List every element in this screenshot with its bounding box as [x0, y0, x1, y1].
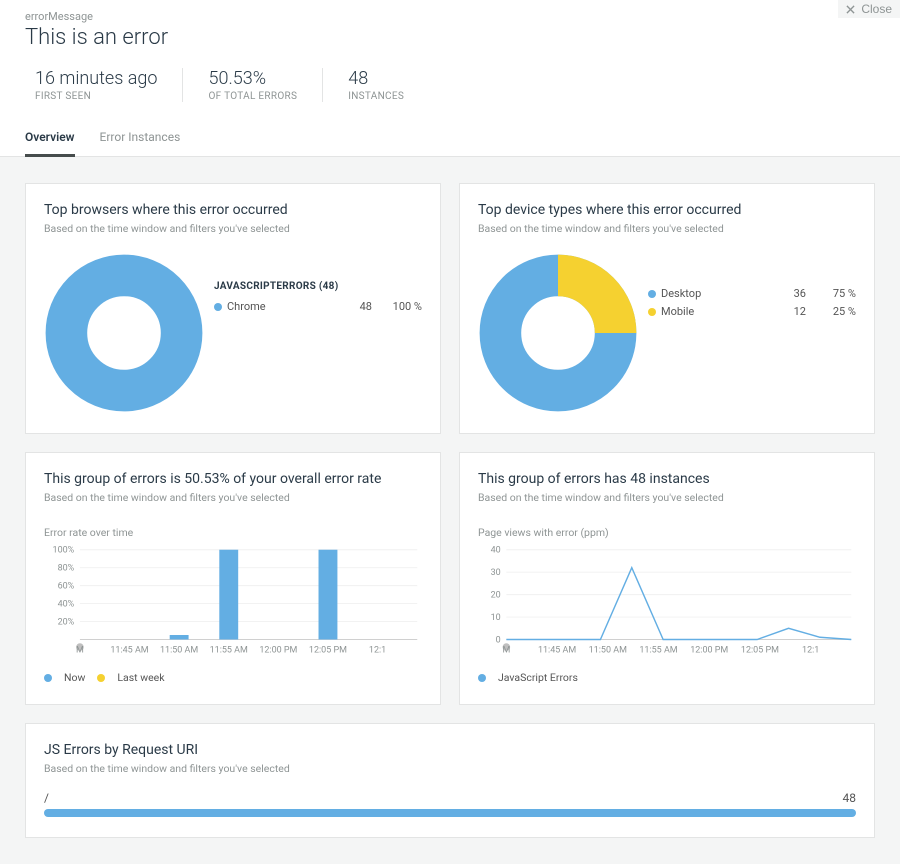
tab-overview[interactable]: Overview	[25, 124, 75, 157]
svg-text:40%: 40%	[58, 599, 75, 609]
svg-text:11:50 AM: 11:50 AM	[160, 646, 198, 656]
instances-chart: 0 10 20 30 40 M 11:45 AM 11:50 AM 11:55 AM 12:00…	[478, 545, 856, 658]
svg-text:10: 10	[491, 613, 501, 623]
legend-name: Mobile	[661, 305, 766, 318]
svg-text:80%: 80%	[58, 564, 75, 574]
close-icon	[846, 5, 855, 14]
card-title: This group of errors has 48 instances	[478, 471, 856, 487]
legend-row: Chrome 48 100 %	[214, 300, 422, 313]
svg-text:60%: 60%	[58, 581, 75, 591]
tab-error instances[interactable]: Error Instances	[100, 124, 181, 157]
legend-count: 48	[332, 300, 372, 313]
legend-dot-icon	[478, 674, 486, 682]
legend-dot-icon	[97, 674, 105, 682]
content: Top browsers where this error occurred B…	[0, 157, 900, 864]
uri-count: 48	[843, 791, 857, 805]
svg-text:12:1: 12:1	[369, 646, 386, 656]
svg-text:12:05 PM: 12:05 PM	[741, 646, 779, 656]
stat-label: OF TOTAL ERRORS	[208, 91, 297, 102]
card-subtitle: Based on the time window and filters you…	[44, 762, 856, 775]
card-instances: This group of errors has 48 instances Ba…	[459, 452, 875, 705]
stat-label: FIRST SEEN	[35, 91, 157, 102]
legend-row: Desktop 36 75 %	[648, 287, 856, 300]
legend-item: Last week	[97, 671, 164, 684]
svg-text:12:00 PM: 12:00 PM	[259, 646, 297, 656]
close-label: Close	[861, 2, 892, 16]
legend-dot-icon	[214, 303, 222, 311]
card-browsers: Top browsers where this error occurred B…	[25, 183, 441, 434]
uri-bar	[44, 809, 856, 817]
svg-text:0: 0	[496, 635, 501, 645]
close-button[interactable]: Close	[838, 0, 900, 18]
svg-text:12:1: 12:1	[802, 646, 819, 656]
card-error-rate: This group of errors is 50.53% of your o…	[25, 452, 441, 705]
card-subtitle: Based on the time window and filters you…	[478, 491, 856, 504]
legend-dot-icon	[648, 308, 656, 316]
stat: 16 minutes ago FIRST SEEN	[10, 68, 183, 102]
stat-value: 50.53%	[208, 68, 297, 89]
card-subtitle: Based on the time window and filters you…	[44, 491, 422, 504]
legend-pct: 75 %	[806, 287, 856, 300]
svg-text:12:00 PM: 12:00 PM	[690, 646, 728, 656]
card-devices: Top device types where this error occurr…	[459, 183, 875, 434]
card-js-errors-uri: JS Errors by Request URI Based on the ti…	[25, 723, 875, 838]
legend-pct: 25 %	[806, 305, 856, 318]
legend-heading: JAVASCRIPTERRORS (48)	[214, 281, 422, 292]
svg-text:M: M	[76, 646, 84, 656]
page-title: This is an error	[25, 25, 875, 50]
svg-text:11:55 AM: 11:55 AM	[639, 646, 677, 656]
legend-dot-icon	[44, 674, 52, 682]
tabs: Overview Error Instances	[0, 102, 900, 157]
svg-text:11:45 AM: 11:45 AM	[538, 646, 576, 656]
stat-value: 48	[348, 68, 404, 89]
svg-text:11:45 AM: 11:45 AM	[110, 646, 148, 656]
stat: 48 INSTANCES	[323, 68, 429, 102]
browsers-legend: JAVASCRIPTERRORS (48) Chrome 48 100 %	[214, 281, 422, 318]
card-subtitle: Based on the time window and filters you…	[44, 222, 422, 235]
devices-legend: Desktop 36 75 % Mobile 12 25 %	[648, 287, 856, 323]
chart-legend: JavaScript Errors	[478, 670, 856, 684]
svg-text:11:50 AM: 11:50 AM	[589, 646, 627, 656]
legend-count: 36	[766, 287, 806, 300]
svg-text:20: 20	[491, 590, 501, 600]
svg-text:20%: 20%	[58, 617, 75, 627]
header: errorMessage This is an error	[0, 0, 900, 50]
legend-pct: 100 %	[372, 300, 422, 313]
card-title: Top browsers where this error occurred	[44, 202, 422, 218]
uri-row[interactable]: / 48	[44, 791, 856, 817]
legend-row: Mobile 12 25 %	[648, 305, 856, 318]
breadcrumb: errorMessage	[25, 10, 875, 23]
card-subtitle: Based on the time window and filters you…	[478, 222, 856, 235]
devices-donut-chart	[478, 253, 638, 413]
svg-text:30: 30	[491, 568, 501, 578]
card-title: JS Errors by Request URI	[44, 742, 856, 758]
error-rate-chart: 20% 40% 60% 80% 100% M 11:45 AM 11:50 AM 11:55 …	[44, 545, 422, 658]
chart-title: Error rate over time	[44, 526, 422, 539]
legend-name: Desktop	[661, 287, 766, 300]
svg-text:100%: 100%	[53, 546, 75, 556]
svg-text:11:55 AM: 11:55 AM	[210, 646, 248, 656]
chart-legend: Now Last week	[44, 670, 422, 684]
stat-label: INSTANCES	[348, 91, 404, 102]
chart-title: Page views with error (ppm)	[478, 526, 856, 539]
svg-text:40: 40	[491, 546, 501, 556]
svg-text:M: M	[502, 646, 510, 656]
stat: 50.53% OF TOTAL ERRORS	[183, 68, 323, 102]
card-title: This group of errors is 50.53% of your o…	[44, 471, 422, 487]
browsers-donut-chart	[44, 253, 204, 413]
svg-text:12:05 PM: 12:05 PM	[309, 646, 347, 656]
legend-dot-icon	[648, 290, 656, 298]
legend-item: JavaScript Errors	[478, 671, 578, 684]
stat-value: 16 minutes ago	[35, 68, 157, 89]
legend-count: 12	[766, 305, 806, 318]
uri-path: /	[44, 791, 49, 805]
card-title: Top device types where this error occurr…	[478, 202, 856, 218]
legend-item: Now	[44, 671, 85, 684]
legend-name: Chrome	[227, 300, 332, 313]
stats-bar: 16 minutes ago FIRST SEEN 50.53% OF TOTA…	[0, 50, 900, 102]
